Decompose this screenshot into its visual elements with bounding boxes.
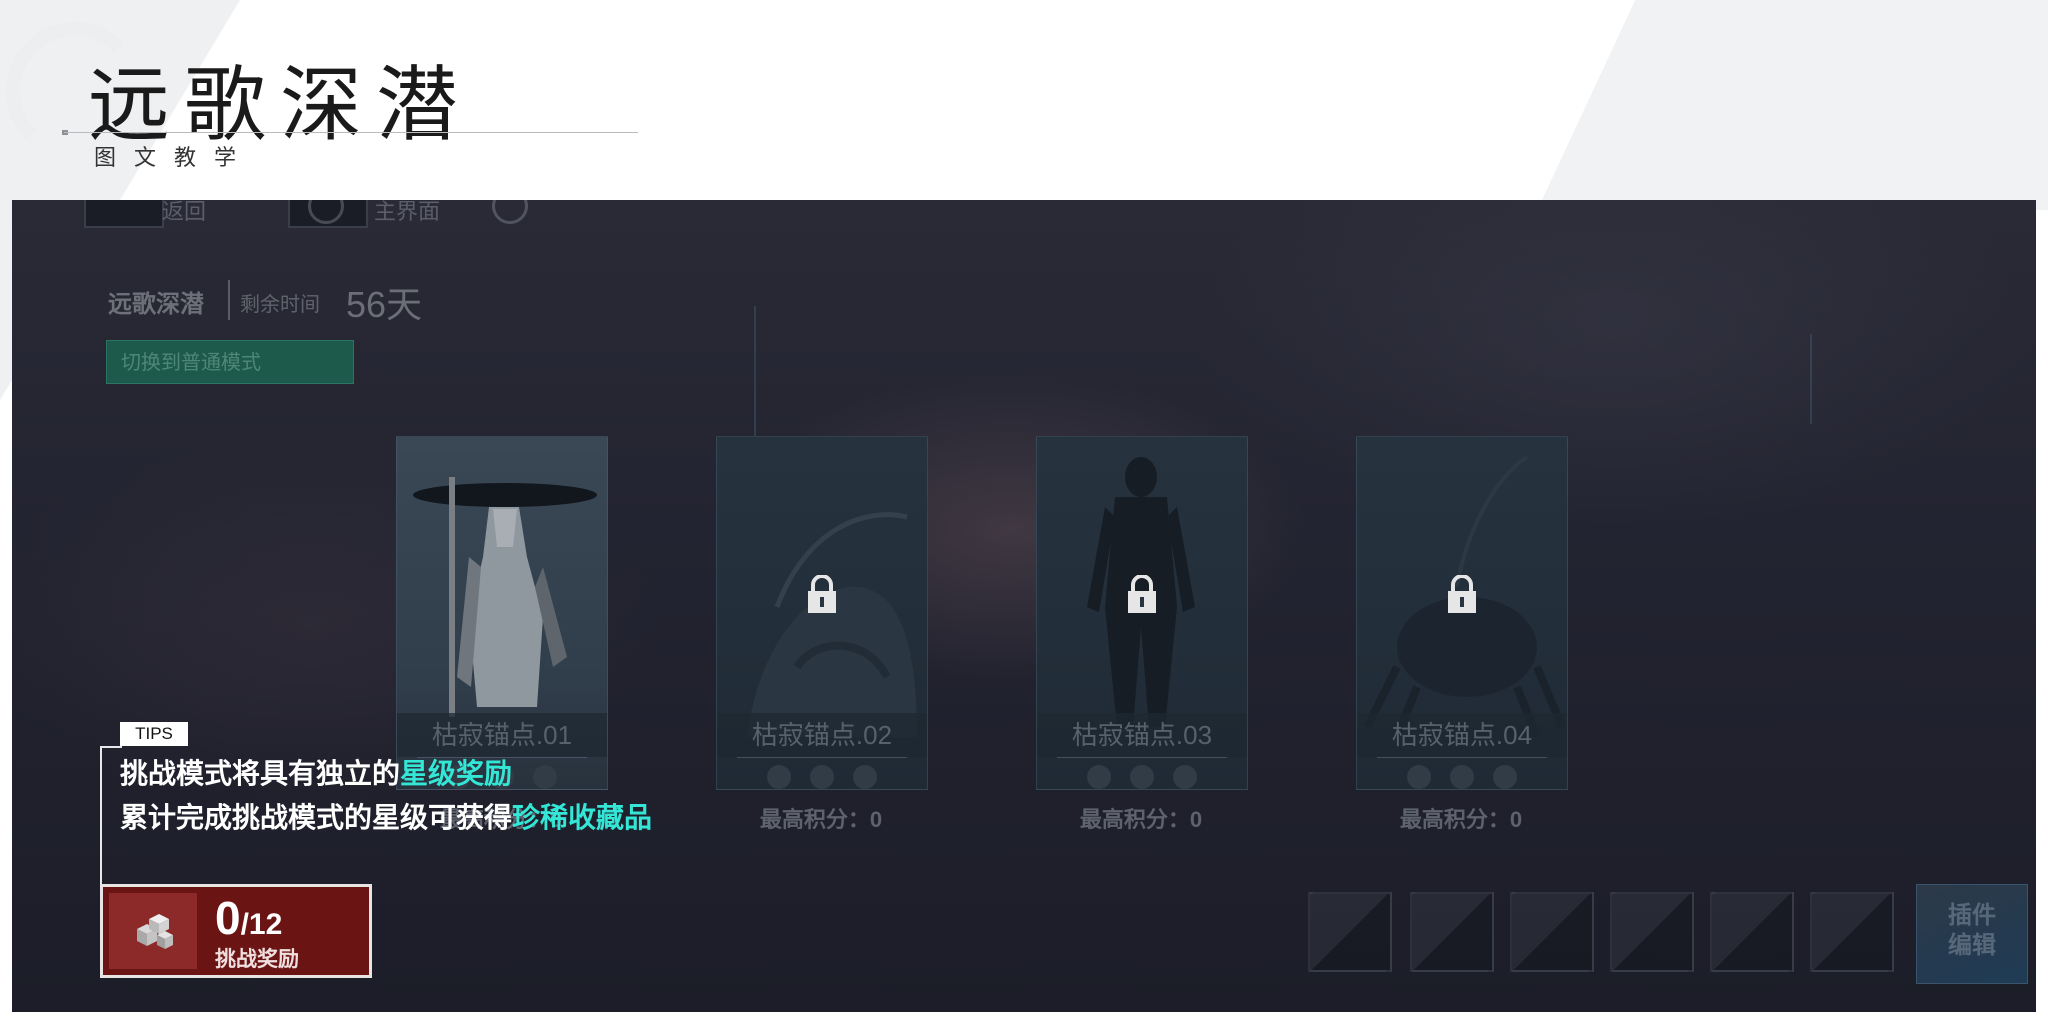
decor-line bbox=[1810, 334, 1812, 424]
switch-to-normal-mode-button[interactable]: 切换到普通模式 bbox=[106, 340, 354, 384]
reward-current: 0 bbox=[215, 892, 241, 944]
lock-icon bbox=[808, 575, 836, 613]
reward-icon-container bbox=[109, 893, 197, 969]
page-subtitle: 图文教学 bbox=[94, 146, 255, 171]
title-divider bbox=[64, 132, 638, 133]
stage-best-score: 最高积分：0 bbox=[759, 807, 883, 832]
stage-name: 枯寂锚点.03 bbox=[1037, 713, 1247, 757]
back-button[interactable] bbox=[84, 200, 164, 228]
plugin-edit-button[interactable]: 插件 编辑 bbox=[1916, 884, 2028, 984]
stage-name: 枯寂锚点.01 bbox=[397, 713, 607, 757]
plugin-edit-label-line1: 插件 bbox=[1948, 902, 1996, 929]
tip-highlight: 星级奖励 bbox=[400, 758, 513, 789]
lock-icon bbox=[1448, 575, 1476, 613]
stage-card-01[interactable]: 枯寂锚点.01 bbox=[396, 436, 608, 790]
plugin-slot[interactable] bbox=[1410, 892, 1494, 972]
stage-name-underline bbox=[1057, 757, 1227, 758]
tip-text: 累计完成挑战模式的星级可获得 bbox=[120, 802, 513, 833]
cubes-icon bbox=[137, 914, 173, 949]
star-slot bbox=[1130, 765, 1154, 789]
plugin-slot[interactable] bbox=[1810, 892, 1894, 972]
star-slot bbox=[1087, 765, 1111, 789]
reward-label: 挑战奖励 bbox=[215, 948, 299, 971]
lock-icon bbox=[1128, 575, 1156, 613]
stage-character-image bbox=[413, 477, 597, 717]
tip-highlight: 珍稀收藏品 bbox=[512, 802, 653, 833]
stage-card-04[interactable]: 枯寂锚点.04 bbox=[1356, 436, 1568, 790]
star-slot bbox=[810, 765, 834, 789]
remaining-time-label: 剩余时间 bbox=[240, 294, 320, 316]
remaining-time-value: 56天 bbox=[346, 284, 423, 325]
stage-name-underline bbox=[737, 757, 907, 758]
plugin-slot[interactable] bbox=[1610, 892, 1694, 972]
stage-best-score: 最高积分：0 bbox=[1399, 807, 1523, 832]
status-divider bbox=[228, 280, 230, 320]
stage-stars bbox=[1087, 765, 1197, 789]
tips-frame bbox=[100, 746, 102, 886]
stage-name-underline bbox=[1377, 757, 1547, 758]
stage-card-03[interactable]: 枯寂锚点.03 bbox=[1036, 436, 1248, 790]
stage-card-02[interactable]: 枯寂锚点.02 bbox=[716, 436, 928, 790]
reward-total: /12 bbox=[240, 908, 283, 941]
star-slot bbox=[1493, 765, 1517, 789]
star-slot bbox=[1450, 765, 1474, 789]
star-slot bbox=[1407, 765, 1431, 789]
settings-icon[interactable] bbox=[492, 200, 528, 224]
plugin-slot[interactable] bbox=[1308, 892, 1392, 972]
star-slot bbox=[767, 765, 791, 789]
tip-line-2: 累计完成挑战模式的星级可获得珍稀收藏品 bbox=[120, 796, 652, 836]
star-slot bbox=[1173, 765, 1197, 789]
challenge-reward-button[interactable]: 0/12 挑战奖励 bbox=[100, 884, 372, 978]
plugin-slot[interactable] bbox=[1710, 892, 1794, 972]
stage-name: 枯寂锚点.02 bbox=[717, 713, 927, 757]
stage-stars bbox=[767, 765, 877, 789]
stage-name: 枯寂锚点.04 bbox=[1357, 713, 1567, 757]
star-slot bbox=[533, 765, 557, 789]
star-slot bbox=[853, 765, 877, 789]
home-button-label: 主界面 bbox=[374, 200, 441, 224]
decor-line bbox=[754, 306, 756, 456]
plugin-edit-label-line2: 编辑 bbox=[1948, 932, 1996, 959]
tips-badge: TIPS bbox=[120, 722, 188, 746]
plugin-slot[interactable] bbox=[1510, 892, 1594, 972]
tip-text: 挑战模式将具有独立的 bbox=[120, 758, 401, 789]
event-name: 远歌深潜 bbox=[108, 291, 204, 318]
tip-line-1: 挑战模式将具有独立的星级奖励 bbox=[120, 752, 512, 792]
back-button-label: 返回 bbox=[162, 200, 207, 224]
tips-frame bbox=[100, 746, 122, 748]
stage-best-score: 最高积分：0 bbox=[1079, 807, 1203, 832]
background-shape bbox=[1348, 0, 2048, 210]
reward-progress: 0/12 bbox=[215, 891, 282, 945]
stage-stars bbox=[1407, 765, 1517, 789]
